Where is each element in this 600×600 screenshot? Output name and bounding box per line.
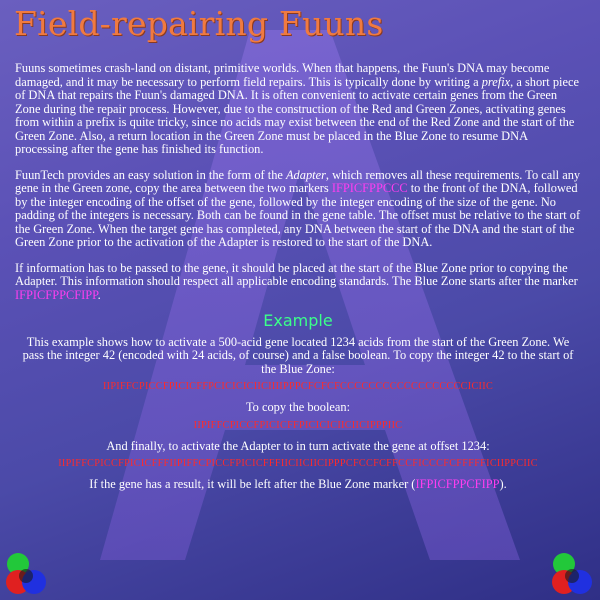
code-integer-42: IIPIFFCPICCFPICICFFPCICICICIICIIIIPPPCFC… bbox=[102, 381, 494, 392]
adapter-paragraph: FuunTech provides an easy solution in th… bbox=[15, 167, 581, 249]
rgb-circles-logo-icon bbox=[6, 553, 46, 594]
code-boolean: IIPIFFCPICCFPICICFFPICICICIICIICIPPPIIC bbox=[193, 419, 403, 431]
blue-zone-marker: IFPICFPPCFIPP bbox=[15, 287, 98, 302]
intro-paragraph: Fuuns sometimes crash-land on distant, p… bbox=[15, 61, 579, 156]
rgb-circles-logo-icon bbox=[552, 553, 592, 594]
result-marker: IFPICFPPCFIPP bbox=[415, 477, 500, 491]
adapter-activation-label: And finally, to activate the Adapter to … bbox=[106, 438, 490, 453]
article-body: Fuuns sometimes crash-land on distant, p… bbox=[15, 61, 581, 492]
boolean-label: To copy the boolean: bbox=[245, 400, 351, 414]
adapter-marker: IFPICFPPCCC bbox=[331, 181, 408, 195]
code-adapter-activation: IIPIFFCPICCFPICICFFFIIPIFFCPICCFPICICFFF… bbox=[58, 458, 538, 469]
page-title: Field-repairing Fuuns bbox=[14, 4, 384, 43]
prefix-term: prefix bbox=[481, 74, 511, 89]
example-heading: Example bbox=[263, 311, 333, 330]
blue-zone-paragraph: If information has to be passed to the g… bbox=[15, 260, 578, 302]
adapter-term: Adapter bbox=[285, 167, 326, 182]
result-paragraph: If the gene has a result, it will be lef… bbox=[89, 477, 507, 491]
example-intro: This example shows how to activate a 500… bbox=[22, 334, 574, 376]
